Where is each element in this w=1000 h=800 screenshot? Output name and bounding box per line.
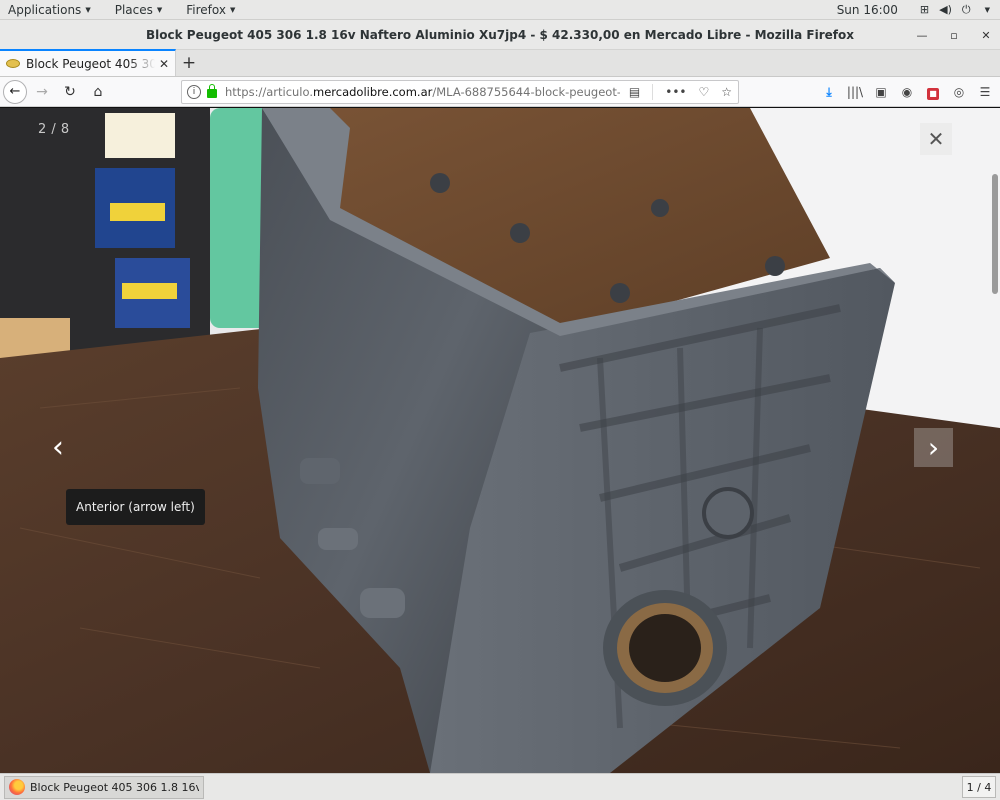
firefox-icon bbox=[9, 779, 25, 795]
url-bar[interactable]: i https://articulo.mercadolibre.com.ar/M… bbox=[181, 80, 739, 104]
next-image-button[interactable]: › bbox=[914, 428, 953, 467]
close-icon: ✕ bbox=[927, 127, 945, 151]
places-label: Places bbox=[114, 2, 153, 17]
system-tray[interactable]: ⊞ ◀) ⏻ ▼ bbox=[920, 3, 990, 17]
url-prefix: https://articulo. bbox=[225, 85, 313, 99]
forward-button[interactable]: → bbox=[28, 78, 56, 106]
window-list-bar: Block Peugeot 405 306 1.8 16v Na... 1 / … bbox=[0, 773, 1000, 800]
plus-icon: + bbox=[181, 52, 197, 73]
network-icon: ⊞ bbox=[919, 3, 930, 16]
previous-tooltip: Anterior (arrow left) bbox=[66, 489, 205, 525]
gnome-top-bar: Applications ▼ Places ▼ Firefox ▼ Sun 16:00… bbox=[0, 0, 1000, 20]
download-icon[interactable]: ⤓ bbox=[820, 85, 838, 100]
previous-image-button[interactable]: ‹ bbox=[42, 426, 74, 468]
applications-label: Applications bbox=[8, 2, 82, 17]
url-domain: mercadolibre.com.ar bbox=[313, 85, 433, 99]
clock[interactable]: Sun 16:00 bbox=[837, 3, 898, 17]
window-titlebar: Block Peugeot 405 306 1.8 16v Naftero Al… bbox=[0, 20, 1000, 50]
chevron-right-icon: › bbox=[927, 431, 940, 464]
tab-strip: Block Peugeot 405 306 1.8 16v Naftero Al… bbox=[0, 49, 1000, 77]
taskbar-firefox-window[interactable]: Block Peugeot 405 306 1.8 16v Na... bbox=[4, 775, 204, 799]
scrollbar-thumb[interactable] bbox=[992, 174, 998, 294]
maximize-icon[interactable]: ▫ bbox=[948, 29, 960, 42]
reload-icon: ↻ bbox=[64, 83, 76, 100]
toolbar-right: ⤓ |||\ ▣ ◉ ■ ◎ ☰ bbox=[820, 77, 994, 107]
addon-red-icon[interactable]: ■ bbox=[924, 85, 942, 100]
page-actions-icon[interactable]: ••• bbox=[665, 85, 686, 99]
chevron-down-icon: ▼ bbox=[984, 5, 990, 14]
power-icon: ⏻ bbox=[961, 2, 971, 16]
tab-active[interactable]: Block Peugeot 405 306 1.8 16v Naftero Al… bbox=[0, 49, 176, 76]
url-path: /MLA-688755644-block-peugeot-405-306-18-… bbox=[432, 85, 620, 99]
tab-title: Block Peugeot 405 306 1.8 16v Naftero Al… bbox=[26, 56, 155, 71]
applications-menu[interactable]: Applications ▼ bbox=[0, 0, 103, 20]
bookmark-star-icon[interactable]: ☆ bbox=[721, 85, 732, 99]
close-window-icon[interactable]: ✕ bbox=[980, 29, 992, 42]
image-lightbox: 2 / 8 ✕ ‹ › Anterior (arrow left) bbox=[0, 108, 1000, 773]
mercadolibre-favicon-icon bbox=[6, 59, 20, 68]
hamburger-menu-icon[interactable]: ☰ bbox=[976, 85, 994, 99]
minimize-icon[interactable]: — bbox=[916, 29, 928, 42]
url-text[interactable]: https://articulo.mercadolibre.com.ar/MLA… bbox=[225, 85, 620, 99]
scrollbar[interactable] bbox=[990, 108, 1000, 773]
lock-icon[interactable] bbox=[207, 84, 217, 98]
reload-button[interactable]: ↻ bbox=[56, 78, 84, 106]
image-counter: 2 / 8 bbox=[38, 122, 70, 137]
url-divider bbox=[652, 84, 654, 100]
places-menu[interactable]: Places ▼ bbox=[103, 0, 175, 20]
info-icon[interactable]: i bbox=[187, 85, 201, 99]
new-tab-button[interactable]: + bbox=[176, 49, 202, 76]
back-button[interactable]: ← bbox=[3, 79, 27, 104]
close-tab-icon[interactable]: ✕ bbox=[159, 57, 169, 71]
library-icon[interactable]: |||\ bbox=[846, 85, 864, 99]
product-photo bbox=[0, 108, 1000, 773]
chevron-down-icon: ▼ bbox=[229, 5, 236, 14]
sidebar-icon[interactable]: ▣ bbox=[872, 85, 890, 99]
window-title: Block Peugeot 405 306 1.8 16v Naftero Al… bbox=[146, 27, 854, 42]
navigation-toolbar: ← → ↻ ⌂ i https://articulo.mercadolibre.… bbox=[0, 77, 1000, 107]
chevron-left-icon: ‹ bbox=[52, 429, 64, 465]
workspace-indicator[interactable]: 1 / 4 bbox=[962, 776, 996, 798]
close-lightbox-button[interactable]: ✕ bbox=[920, 123, 952, 155]
account-icon[interactable]: ◎ bbox=[950, 85, 968, 99]
arrow-right-icon: → bbox=[36, 83, 48, 100]
home-button[interactable]: ⌂ bbox=[84, 78, 112, 106]
extension-icon[interactable]: ◉ bbox=[898, 85, 916, 99]
pocket-icon[interactable]: ♡ bbox=[698, 85, 709, 99]
chevron-down-icon: ▼ bbox=[85, 5, 91, 14]
firefox-label: Firefox bbox=[186, 2, 226, 17]
reader-view-icon[interactable]: ▤ bbox=[629, 85, 640, 99]
volume-icon: ◀) bbox=[939, 3, 952, 16]
arrow-left-icon: ← bbox=[9, 84, 21, 99]
home-icon: ⌂ bbox=[93, 83, 103, 100]
taskbar-item-title: Block Peugeot 405 306 1.8 16v Na... bbox=[30, 780, 199, 794]
firefox-app-menu[interactable]: Firefox ▼ bbox=[174, 0, 247, 20]
chevron-down-icon: ▼ bbox=[156, 5, 163, 14]
